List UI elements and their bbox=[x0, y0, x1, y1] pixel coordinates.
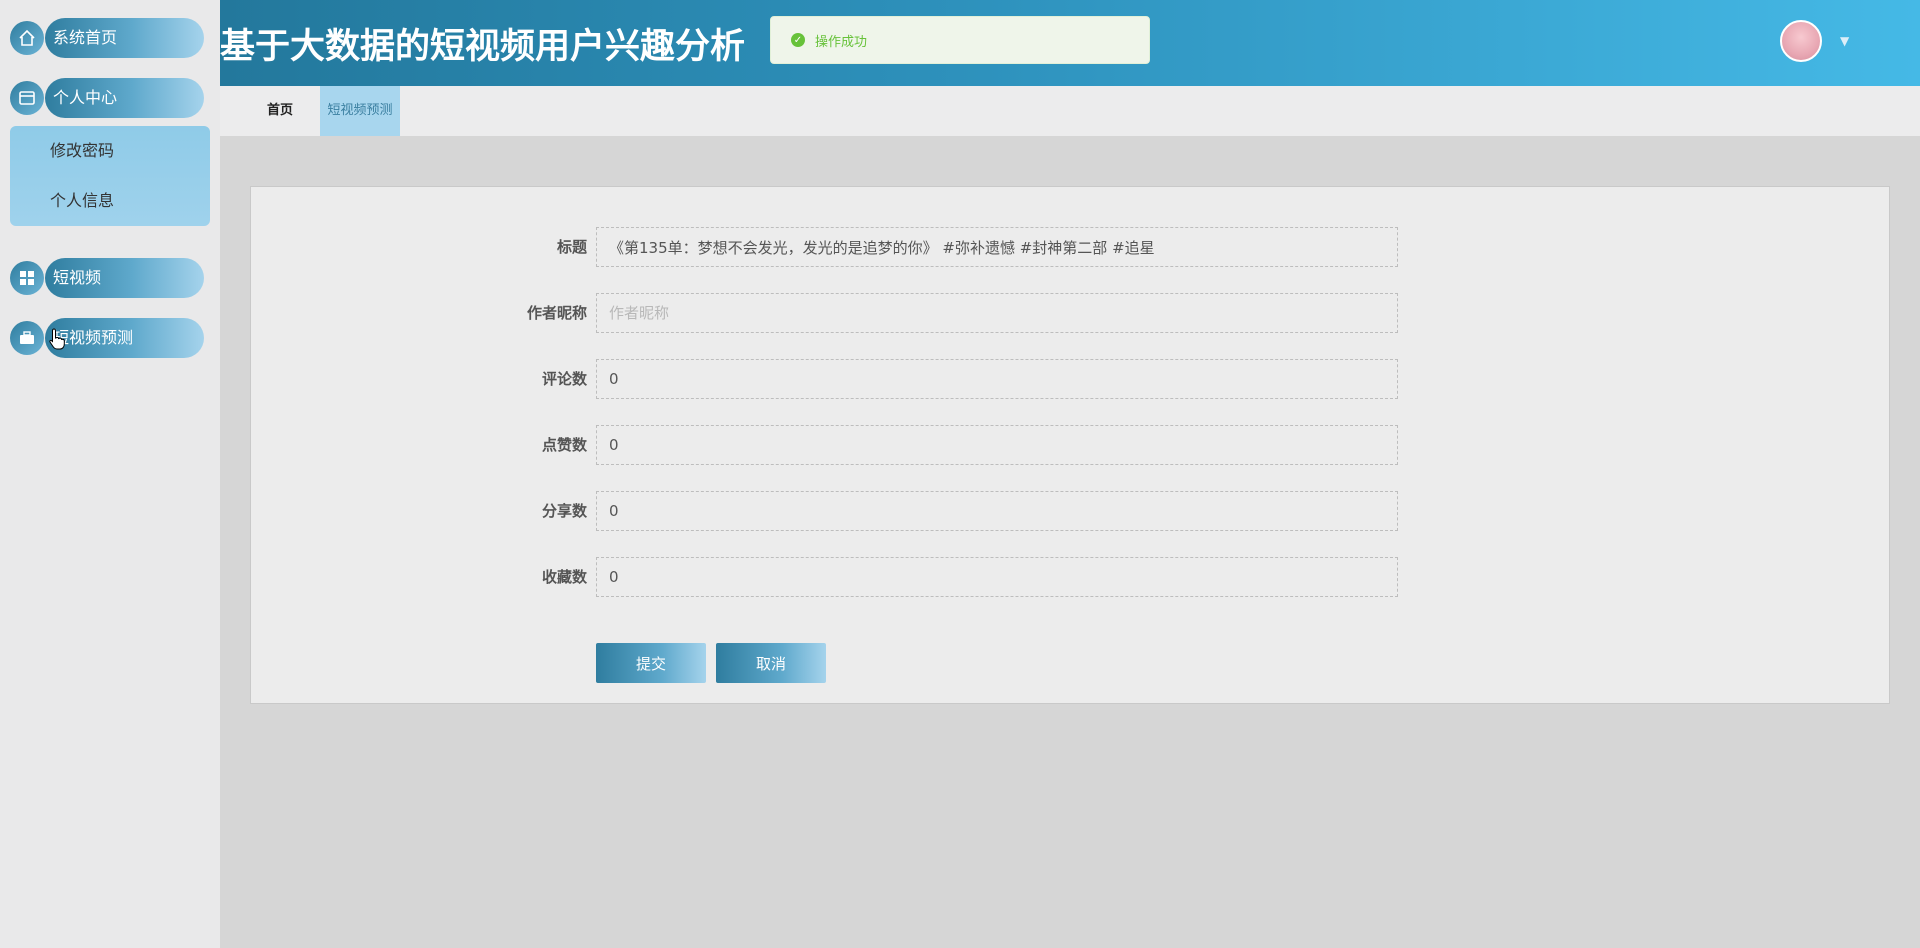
submit-button[interactable]: 提交 bbox=[596, 643, 706, 683]
toast-message: 操作成功 bbox=[815, 34, 868, 50]
check-circle-icon: ✓ bbox=[791, 33, 805, 47]
sidebar-item-short-video[interactable]: 短视频 bbox=[10, 258, 204, 298]
submenu-item-change-password[interactable]: 修改密码 bbox=[10, 126, 210, 176]
sidebar-item-label: 短视频 bbox=[45, 258, 204, 298]
field-label: 收藏数 bbox=[541, 568, 587, 586]
hand-cursor-icon bbox=[49, 328, 65, 350]
user-card-icon bbox=[10, 81, 44, 115]
field-label: 标题 bbox=[556, 238, 587, 256]
cancel-button[interactable]: 取消 bbox=[716, 643, 826, 683]
sidebar: 系统首页 个人中心 修改密码 个人信息 短视频 短视频预测 bbox=[0, 0, 220, 948]
author-nickname-input[interactable] bbox=[596, 293, 1398, 333]
like-count-input[interactable] bbox=[596, 425, 1398, 465]
sidebar-item-label: 个人中心 bbox=[45, 78, 204, 118]
sidebar-item-personal-center[interactable]: 个人中心 bbox=[10, 78, 204, 118]
tab-short-video-prediction[interactable]: 短视频预测 bbox=[320, 86, 400, 136]
top-header: 基于大数据的短视频用户兴趣分析 ✓ 操作成功 ▼ bbox=[220, 0, 1920, 86]
tab-home[interactable]: 首页 bbox=[240, 86, 320, 136]
share-count-input[interactable] bbox=[596, 491, 1398, 531]
home-icon bbox=[10, 21, 44, 55]
sidebar-item-short-video-prediction[interactable]: 短视频预测 bbox=[10, 318, 204, 358]
app-title: 基于大数据的短视频用户兴趣分析 bbox=[220, 27, 746, 67]
avatar[interactable] bbox=[1780, 20, 1822, 62]
sidebar-item-home[interactable]: 系统首页 bbox=[10, 18, 204, 58]
field-label: 作者昵称 bbox=[526, 304, 587, 322]
grid-icon bbox=[10, 261, 44, 295]
submenu-item-personal-info[interactable]: 个人信息 bbox=[10, 176, 210, 226]
submenu-personal-center: 修改密码 个人信息 bbox=[10, 126, 210, 226]
briefcase-icon bbox=[10, 321, 44, 355]
prediction-form: 标题 作者昵称 评论数 点赞数 分享数 收藏数 提交 取消 bbox=[250, 186, 1890, 704]
field-label: 点赞数 bbox=[541, 436, 587, 454]
form-row-shares: 分享数 bbox=[251, 491, 1891, 531]
form-row-author: 作者昵称 bbox=[251, 293, 1891, 333]
field-label: 分享数 bbox=[541, 502, 587, 520]
form-row-title: 标题 bbox=[251, 227, 1891, 267]
comment-count-input[interactable] bbox=[596, 359, 1398, 399]
favorite-count-input[interactable] bbox=[596, 557, 1398, 597]
form-row-likes: 点赞数 bbox=[251, 425, 1891, 465]
title-input[interactable] bbox=[596, 227, 1398, 267]
form-row-comments: 评论数 bbox=[251, 359, 1891, 399]
success-toast: ✓ 操作成功 bbox=[770, 16, 1150, 64]
sidebar-item-label: 短视频预测 bbox=[45, 318, 204, 358]
field-label: 评论数 bbox=[541, 370, 587, 388]
form-row-favorites: 收藏数 bbox=[251, 557, 1891, 597]
chevron-down-icon[interactable]: ▼ bbox=[1840, 34, 1849, 48]
sidebar-item-label: 系统首页 bbox=[45, 18, 204, 58]
tab-bar: 首页 短视频预测 bbox=[220, 86, 1920, 136]
